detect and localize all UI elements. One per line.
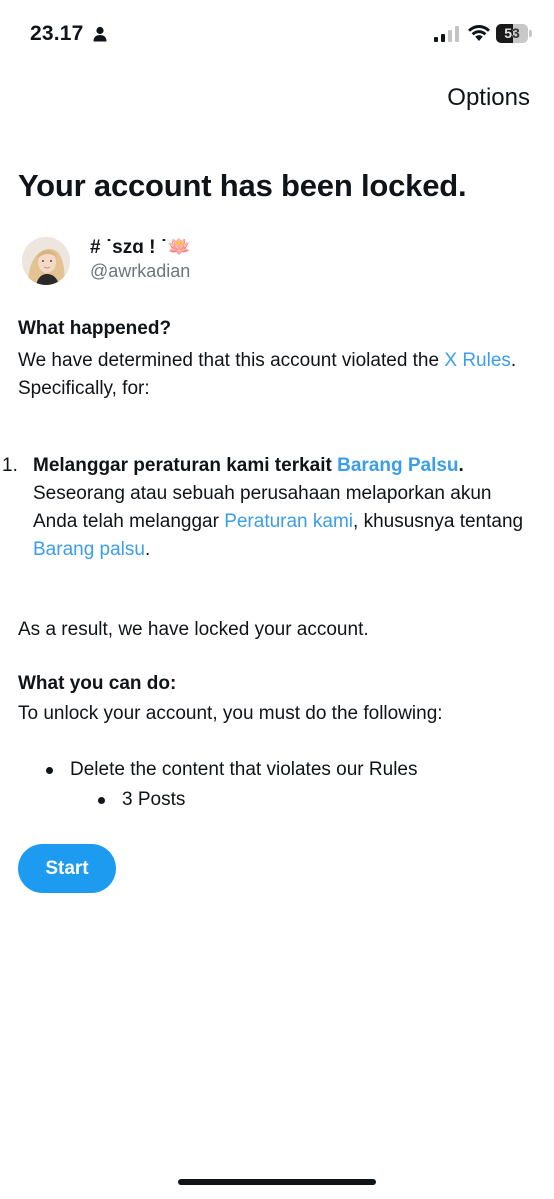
result-text: As a result, we have locked your account… [18,619,369,640]
counterfeit-goods-link[interactable]: Barang Palsu [337,455,458,476]
cellular-signal-icon [434,26,459,42]
wifi-icon [468,25,490,41]
list-item: Delete the content that violates our Rul… [44,756,417,784]
home-indicator [178,1179,376,1185]
page-title: Your account has been locked. [18,168,467,203]
x-rules-link[interactable]: X Rules [444,350,511,371]
violation-title: Melanggar peraturan kami terkait Barang … [33,452,528,480]
what-happened-text-before: We have determined that this account vio… [18,350,445,371]
unlock-instructions: To unlock your account, you must do the … [18,703,443,724]
battery-cap [529,30,532,37]
violation-desc-middle: , khususnya tentang [353,511,524,532]
what-happened-heading: What happened? [18,318,172,339]
display-name: # ˙szɑ ! ˙🪷 [90,237,191,258]
main-content: What happened? We have determined that t… [2,315,528,810]
bullet-dot [98,797,105,804]
violation-list: 1. Melanggar peraturan kami terkait Bara… [2,452,528,564]
sub-list-item: 3 Posts [96,786,185,814]
x-rules-link-part1: X [444,350,458,371]
avatar [22,237,70,285]
battery-body: 53 [496,24,528,43]
status-bar: 23.17 53 [0,0,554,70]
violation-number: 1. [2,455,18,476]
violation-title-after: . [458,455,464,476]
violation-item: Melanggar peraturan kami terkait Barang … [33,452,528,564]
counterfeit-goods-policy-link[interactable]: Barang palsu [33,539,145,560]
violation-title-before: Melanggar peraturan kami terkait [33,455,338,476]
person-icon [93,26,107,42]
user-handle: @awrkadian [90,261,191,281]
what-happened-text: We have determined that this account vio… [18,347,528,403]
x-rules-link-part2: Rules [462,350,511,371]
what-you-can-do-heading: What you can do: [18,673,177,694]
violation-description: Seseorang atau sebuah perusahaan melapor… [33,480,528,564]
battery-level: 53 [504,25,520,41]
options-button[interactable]: Options [447,84,530,112]
our-rules-link[interactable]: Peraturan kami [224,511,353,532]
violation-desc-after: . [144,539,151,560]
start-button[interactable]: Start [18,844,116,893]
status-time: 23.17 [30,22,84,45]
list-item-label: Delete the content that violates our Rul… [70,759,418,780]
avatar-image [22,237,70,285]
battery-icon: 53 [496,24,532,43]
bullet-dot [46,767,53,774]
sub-list-item-label: 3 Posts [122,789,186,810]
